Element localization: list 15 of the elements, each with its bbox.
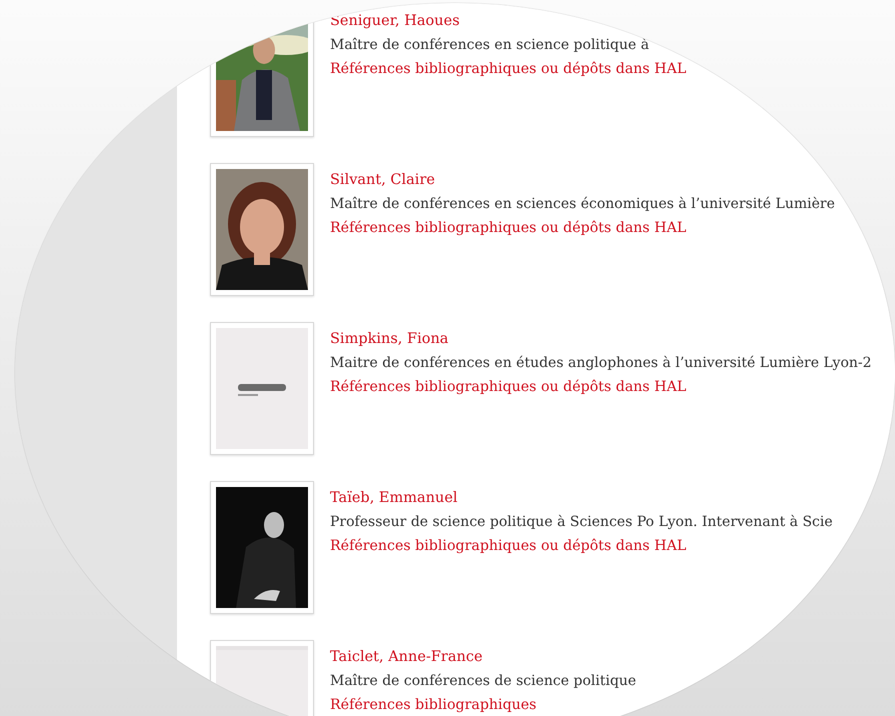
person-description: Maître de conférences en sciences économiques à l’université Lumière [330, 195, 835, 214]
person-name-link[interactable]: Taïeb, Emmanuel [330, 486, 458, 510]
hal-link[interactable]: Références bibliographiques ou dépôts dans HAL [330, 375, 686, 399]
hal-link[interactable]: Références bibliographiques ou dépôts dans HAL [330, 216, 686, 240]
person-name-link[interactable]: Taiclet, Anne-France [330, 645, 483, 669]
person-name-link[interactable]: Simpkins, Fiona [330, 327, 448, 351]
hal-link[interactable]: Références bibliographiques ou dépôts dans HAL [330, 57, 686, 81]
person-description: Maître de conférences en science politique à [330, 36, 650, 55]
person-description: Maitre de conférences en études anglophones à l’université Lumière Lyon-2 [330, 354, 872, 373]
person-name-link[interactable]: Seniguer, Haoues [330, 9, 460, 33]
person-description: Maître de conférences de science politique [330, 672, 636, 691]
person-description: Professeur de science politique à Sciences Po Lyon. Intervenant à Scie [330, 513, 833, 532]
person-name-link[interactable]: Silvant, Claire [330, 168, 435, 192]
hal-link[interactable]: Références bibliographiques [330, 693, 536, 716]
hal-link[interactable]: Références bibliographiques ou dépôts dans HAL [330, 534, 686, 558]
